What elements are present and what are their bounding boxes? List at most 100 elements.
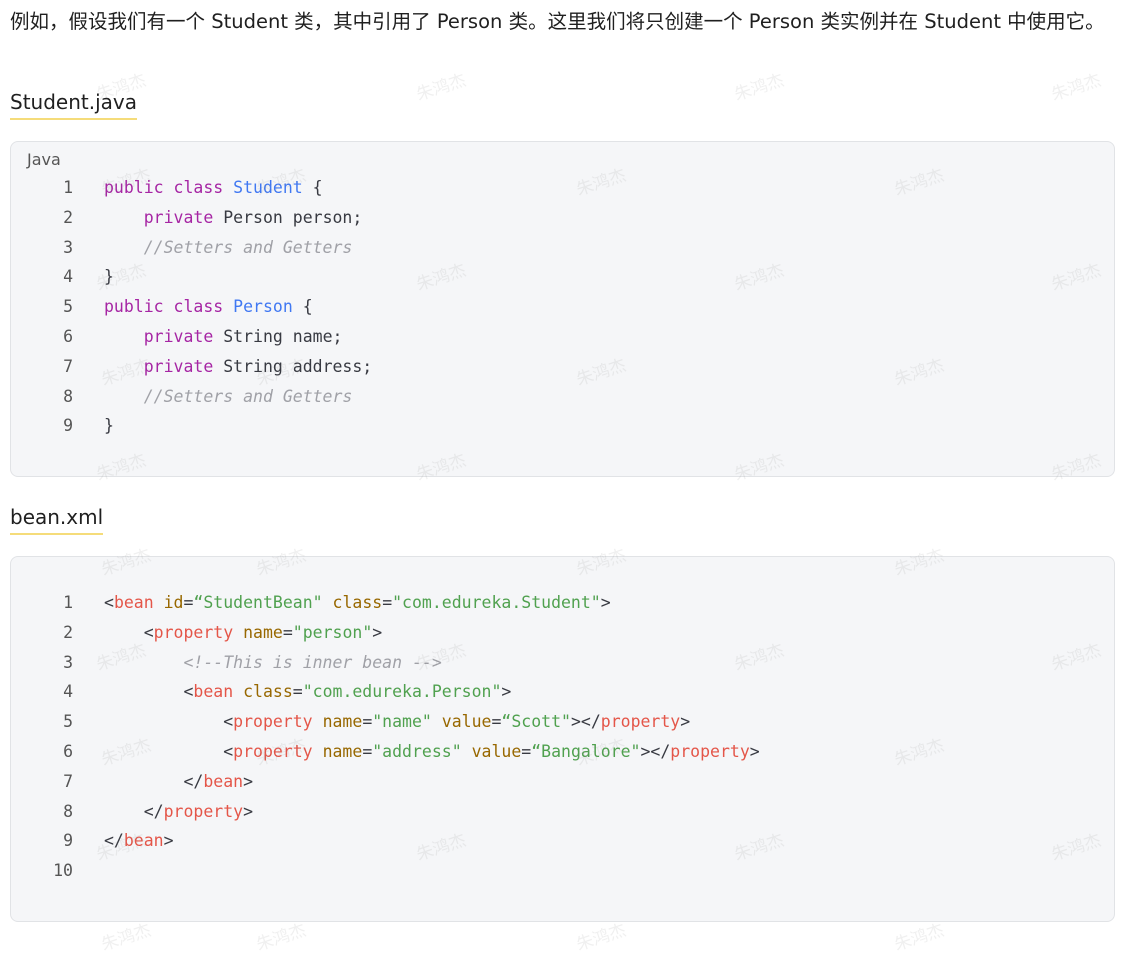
code-token: Person person; <box>213 207 363 227</box>
code-token: //Setters and Getters <box>143 237 353 257</box>
code-language-label: Java <box>27 150 61 169</box>
line-code: public class Student { <box>104 173 323 203</box>
code-token: "person" <box>292 622 373 642</box>
code-token: < <box>104 741 234 761</box>
code-block-xml: 1 <bean id=“StudentBean" class="com.edure… <box>10 556 1115 922</box>
code-token: < <box>104 712 234 732</box>
code-token: bean <box>113 593 154 612</box>
line-code: //Setters and Getters <box>104 382 353 412</box>
line-number: 10 <box>53 861 73 881</box>
line-number: 4 <box>63 682 73 702</box>
code-token: "com.edureka.Student" <box>392 593 601 612</box>
line-number: 3 <box>63 237 73 257</box>
line-number: 8 <box>63 386 73 406</box>
code-token: { <box>302 178 323 197</box>
line-code: <!--This is inner bean --> <box>104 648 442 678</box>
code-token: “Scott" <box>501 712 571 732</box>
code-token: > <box>680 712 691 732</box>
line-code: <property name="address" value=“Bangalor… <box>104 737 760 767</box>
line-code: <property name="name" value=“Scott"></pr… <box>104 707 690 737</box>
code-block-java: Java 1 public class Student {2 private Pe… <box>10 141 1115 477</box>
code-token: bean <box>123 831 164 851</box>
code-token: } <box>104 267 114 287</box>
code-token: Person <box>233 297 293 317</box>
line-number: 3 <box>63 652 73 672</box>
line-number: 2 <box>63 207 73 227</box>
code-token: < <box>104 682 194 702</box>
line-code: </bean> <box>104 826 174 856</box>
code-token: class <box>243 682 293 702</box>
code-token: > <box>372 622 383 642</box>
code-token: "address" <box>372 741 462 761</box>
line-code: //Setters and Getters <box>104 233 353 263</box>
code-token: private <box>143 356 214 376</box>
code-token: “StudentBean" <box>193 593 323 612</box>
code-token: > <box>243 771 254 791</box>
code-token: String name; <box>213 326 343 346</box>
line-code: private String name; <box>104 322 343 352</box>
code-token: > <box>501 682 512 702</box>
code-token: { <box>292 297 313 317</box>
line-number: 9 <box>63 831 73 851</box>
code-token: //Setters and Getters <box>143 386 353 406</box>
code-token: = <box>521 741 532 761</box>
code-token: > <box>749 741 760 761</box>
filename-heading-bean-xml: bean.xml <box>10 503 104 535</box>
line-code: </bean> <box>104 767 253 797</box>
line-number: 9 <box>63 416 73 436</box>
code-token: property <box>233 712 313 732</box>
line-number: 1 <box>63 593 73 612</box>
line-code: private Person person; <box>104 203 363 233</box>
code-token: bean <box>203 771 244 791</box>
code-token: "com.edureka.Person" <box>302 682 502 702</box>
code-token: property <box>153 622 234 642</box>
line-number: 5 <box>63 712 73 732</box>
line-number: 7 <box>63 356 73 376</box>
line-code: <property name="person"> <box>104 618 382 648</box>
code-token: name <box>322 712 363 732</box>
code-token: public <box>104 297 164 317</box>
intro-paragraph: 例如，假设我们有一个 Student 类，其中引用了 Person 类。这里我们… <box>10 10 1105 33</box>
line-code: public class Person { <box>104 292 313 322</box>
code-token: <!--This is inner bean --> <box>183 652 442 672</box>
code-token: bean <box>193 682 234 702</box>
code-token: < <box>104 593 114 612</box>
line-code: <bean class="com.edureka.Person"> <box>104 677 511 707</box>
code-token: = <box>382 593 393 612</box>
line-code: <bean id=“StudentBean" class="com.edurek… <box>104 588 611 618</box>
code-token: name <box>243 622 283 642</box>
code-token: value <box>471 741 522 761</box>
code-token: name <box>322 741 363 761</box>
code-token: = <box>282 622 293 642</box>
line-number: 6 <box>63 326 73 346</box>
line-number: 8 <box>63 801 73 821</box>
line-code: } <box>104 411 114 441</box>
line-number: 6 <box>63 741 73 761</box>
watermark-text: 朱鸿杰 <box>413 70 469 106</box>
code-token: } <box>104 416 114 436</box>
code-token: class <box>173 178 224 197</box>
code-token: private <box>143 207 214 227</box>
watermark-text: 朱鸿杰 <box>731 70 787 106</box>
code-token: String address; <box>213 356 373 376</box>
code-token: private <box>143 326 214 346</box>
code-token: property <box>163 801 244 821</box>
code-token: public <box>104 178 164 197</box>
code-token: "name" <box>372 712 432 732</box>
line-number: 4 <box>63 267 73 287</box>
code-token: = <box>491 712 502 732</box>
filename-heading-student-java: Student.java <box>10 88 137 120</box>
